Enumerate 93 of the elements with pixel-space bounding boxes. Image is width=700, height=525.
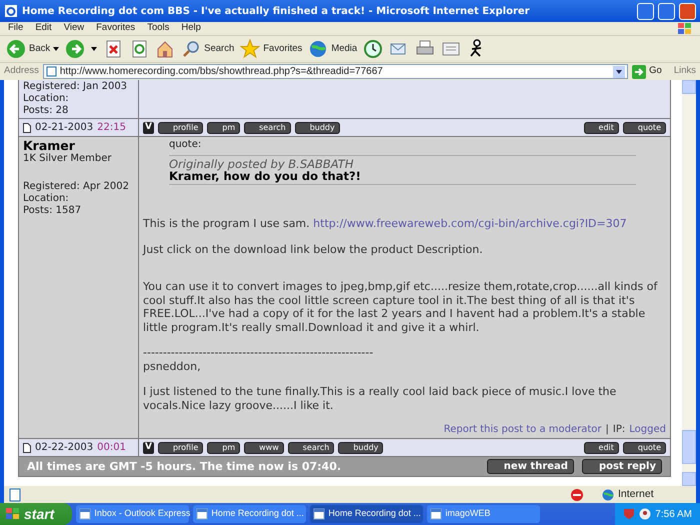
page-icon	[8, 488, 22, 502]
ie-page-icon	[4, 4, 18, 18]
post-time: 00:01	[97, 442, 126, 454]
divider-line: ----------------------------------------------------------	[143, 346, 374, 360]
star-icon	[240, 39, 260, 59]
ip-label: IP:	[612, 424, 626, 436]
buddy-button[interactable]: buddy	[294, 122, 340, 134]
post-text: You can use it to convert images to jpeg,bmp,gif etc.....resize them,rotate,crop......all kinds of cool stuff.It also has the cool little screen capture tool in it.The best thing of all is that it's FREE.LOL...I've had a copy of it for the last 2 years and I havent had a problem.It's a stable little program.It's really small.Download it and give it a whirl.	[143, 280, 659, 334]
security-zone: Internet	[618, 486, 654, 502]
post-text: Just click on the download link below the product Description.	[143, 242, 484, 256]
quote-text: Kramer, how do you do that?!	[169, 170, 362, 182]
author-detail: Location:	[23, 93, 70, 105]
menu-item[interactable]: View	[64, 21, 84, 36]
page-icon	[46, 66, 57, 77]
go-button[interactable]: Go	[632, 64, 662, 79]
timezone-note: All times are GMT -5 hours. The time now is 07:40.	[27, 460, 342, 472]
separator: |	[606, 424, 609, 436]
post-time: 22:15	[97, 122, 126, 134]
v-icon-button[interactable]: V	[143, 442, 154, 454]
post-text: This is the program I use sam. http://www.freewareweb.com/cgi-bin/archive.cgi?ID=307	[143, 217, 628, 230]
author-detail: Location:	[23, 193, 70, 205]
minimize-button[interactable]	[637, 2, 654, 20]
maximize-button[interactable]	[658, 2, 675, 20]
document-icon	[23, 122, 31, 132]
pm-button[interactable]: pm	[207, 442, 240, 454]
clock: 7:56 AM	[655, 508, 692, 522]
pm-button[interactable]: pm	[207, 122, 240, 134]
window-icon	[313, 508, 326, 520]
go-arrow-icon	[632, 64, 646, 78]
author-name[interactable]: Kramer	[23, 138, 134, 153]
profile-button[interactable]: profile	[158, 122, 204, 134]
link[interactable]: http://www.freewareweb.com/cgi-bin/archive.cgi?ID=307	[313, 217, 627, 230]
buddy-button[interactable]: buddy	[338, 442, 384, 454]
menu-item[interactable]: Edit	[35, 21, 52, 36]
links-button[interactable]: Links	[674, 64, 696, 79]
media-button[interactable]: Media	[308, 39, 358, 59]
blocked-icon	[570, 488, 584, 502]
window-title: Home Recording dot com BBS - I've actually finished a track! - Microsoft Internet Explorer	[22, 6, 531, 16]
taskbar-button[interactable]: Inbox - Outlook Express	[76, 505, 190, 523]
home-icon[interactable]	[155, 39, 176, 59]
post-reply-button[interactable]: post reply	[582, 459, 662, 474]
start-button[interactable]: start	[0, 503, 72, 525]
quote-label: quote:	[169, 139, 202, 151]
edit-button[interactable]: edit	[584, 442, 619, 454]
post-date: 02-22-2003	[35, 442, 94, 454]
search-icon	[181, 39, 202, 59]
clock-icon[interactable]	[363, 39, 384, 59]
taskbar-button[interactable]: imagoWEB	[427, 505, 540, 523]
document-icon	[23, 442, 31, 452]
author-detail: Registered: Jan 2003	[23, 81, 128, 93]
quote-button[interactable]: quote	[622, 442, 666, 454]
author-rank: 1K Silver Member	[23, 153, 112, 165]
www-button[interactable]: www	[244, 442, 284, 454]
back-button[interactable]: Back	[6, 39, 60, 59]
post-text: I just listened to the tune finally.This is a really cool laid back piece of music.I love the vocals.Nice lazy groove......I like it.	[143, 385, 618, 412]
shield-icon	[623, 508, 636, 520]
globe-icon	[602, 488, 614, 500]
v-icon-button[interactable]: V	[143, 122, 154, 134]
menu-item[interactable]: File	[8, 21, 24, 36]
favorites-button[interactable]: Favorites	[240, 39, 302, 59]
window-icon	[430, 508, 442, 520]
search-button[interactable]: search	[244, 122, 291, 134]
caret-icon	[91, 47, 98, 51]
address-field[interactable]: http://www.homerecording.com/bbs/showthread.php?s=&threadid=77667	[42, 64, 628, 79]
profile-button[interactable]: profile	[158, 442, 204, 454]
search-button[interactable]: search	[288, 442, 334, 454]
edit-button[interactable]: edit	[584, 122, 619, 134]
window-icon	[79, 508, 92, 520]
caret-icon	[53, 47, 60, 51]
taskbar-button[interactable]: Home Recording dot ...	[193, 505, 306, 523]
author-detail: Posts: 28	[23, 105, 70, 117]
menu-item[interactable]: Help	[181, 21, 201, 36]
taskbar-button[interactable]: Home Recording dot ...	[310, 505, 424, 523]
post-text: psneddon,	[143, 360, 202, 373]
close-button[interactable]	[679, 2, 696, 20]
new-thread-button[interactable]: new thread	[486, 459, 574, 474]
search-button[interactable]: Search	[181, 39, 234, 59]
quote-attribution: Originally posted by B.SABBATH	[169, 158, 354, 170]
globe-icon	[308, 39, 328, 59]
windows-logo-icon	[678, 22, 692, 34]
menu-item[interactable]: Tools	[147, 21, 170, 36]
author-detail: Registered: Apr 2002	[23, 181, 130, 193]
ip-link[interactable]: Logged	[629, 424, 666, 436]
report-link[interactable]: Report this post to a moderator	[444, 424, 602, 436]
author-detail: Posts: 1587	[23, 205, 82, 217]
menu-item[interactable]: Favorites	[96, 21, 136, 36]
post-date: 02-21-2003	[35, 122, 94, 134]
window-icon	[196, 508, 208, 520]
address-label: Address	[4, 64, 39, 78]
person-icon	[639, 508, 652, 520]
windows-logo-icon	[6, 508, 20, 520]
quote-button[interactable]: quote	[622, 122, 666, 134]
scrollbar[interactable]	[682, 80, 696, 486]
